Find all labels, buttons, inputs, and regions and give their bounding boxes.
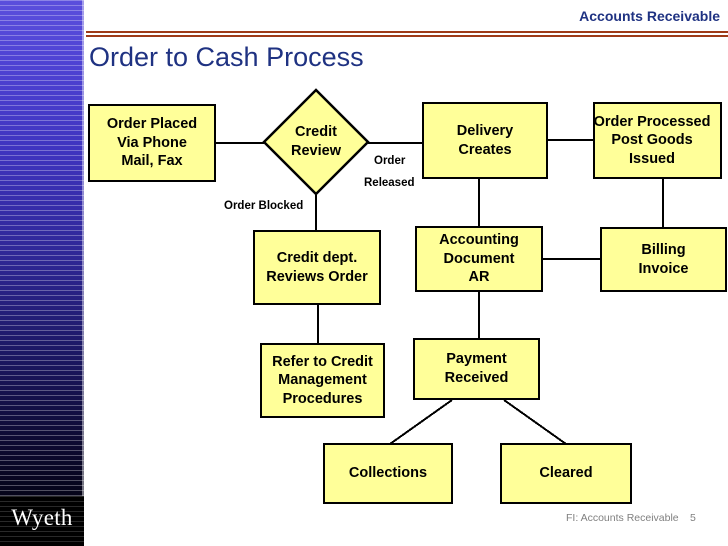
node-cleared-label: Cleared xyxy=(539,465,593,482)
header-rule-upper xyxy=(86,31,728,33)
node-payment-received[interactable]: Payment Received xyxy=(413,338,540,400)
node-refer-to-credit-label: Refer to Credit Management Procedures xyxy=(272,353,373,407)
wyeth-logo: Wyeth xyxy=(11,505,73,530)
node-refer-to-credit-management[interactable]: Refer to Credit Management Procedures xyxy=(260,343,385,418)
sidebar-edge-highlight xyxy=(82,0,84,546)
header-rule-lower xyxy=(86,35,728,37)
node-cleared[interactable]: Cleared xyxy=(500,443,632,504)
node-order-processed[interactable]: Order Processed Post Goods Issued xyxy=(593,102,722,179)
node-order-processed-label: Order Processed Post Goods Issued xyxy=(593,113,711,167)
page-title: Order to Cash Process xyxy=(89,42,364,72)
node-payment-received-label: Payment Received xyxy=(444,351,509,386)
connector-payment-to-collections xyxy=(389,399,453,445)
edge-label-order-blocked: Order Blocked xyxy=(224,200,304,212)
node-credit-review-label: Credit Review xyxy=(291,124,341,159)
edge-label-released: Released xyxy=(364,177,415,189)
node-collections-label: Collections xyxy=(348,465,428,482)
sidebar-gradient-band xyxy=(0,0,84,546)
node-delivery-creates[interactable]: Delivery Creates xyxy=(422,102,548,179)
connector-payment-to-cleared xyxy=(503,399,567,445)
slide-canvas: Wyeth Accounts Receivable Order to Cash … xyxy=(0,0,728,546)
node-accounting-document-label: Accounting Document AR xyxy=(439,232,519,286)
node-order-placed[interactable]: Order Placed Via Phone Mail, Fax xyxy=(88,104,216,182)
node-accounting-document-ar[interactable]: Accounting Document AR xyxy=(415,226,543,292)
node-credit-dept-reviews-order[interactable]: Credit dept. Reviews Order xyxy=(253,230,381,305)
footer-page-number: 5 xyxy=(690,512,696,524)
node-order-placed-label: Order Placed Via Phone Mail, Fax xyxy=(106,116,198,170)
node-billing-invoice-label: Billing Invoice xyxy=(638,241,689,277)
node-billing-invoice[interactable]: Billing Invoice xyxy=(600,227,727,292)
edge-label-order: Order xyxy=(374,155,406,167)
node-credit-review[interactable]: Credit Review xyxy=(262,88,370,196)
footer-note: FI: Accounts Receivable xyxy=(566,512,679,524)
node-credit-dept-label: Credit dept. Reviews Order xyxy=(266,249,368,285)
node-collections[interactable]: Collections xyxy=(323,443,453,504)
node-delivery-creates-label: Delivery Creates xyxy=(456,122,514,158)
header-section-title: Accounts Receivable xyxy=(579,8,720,24)
